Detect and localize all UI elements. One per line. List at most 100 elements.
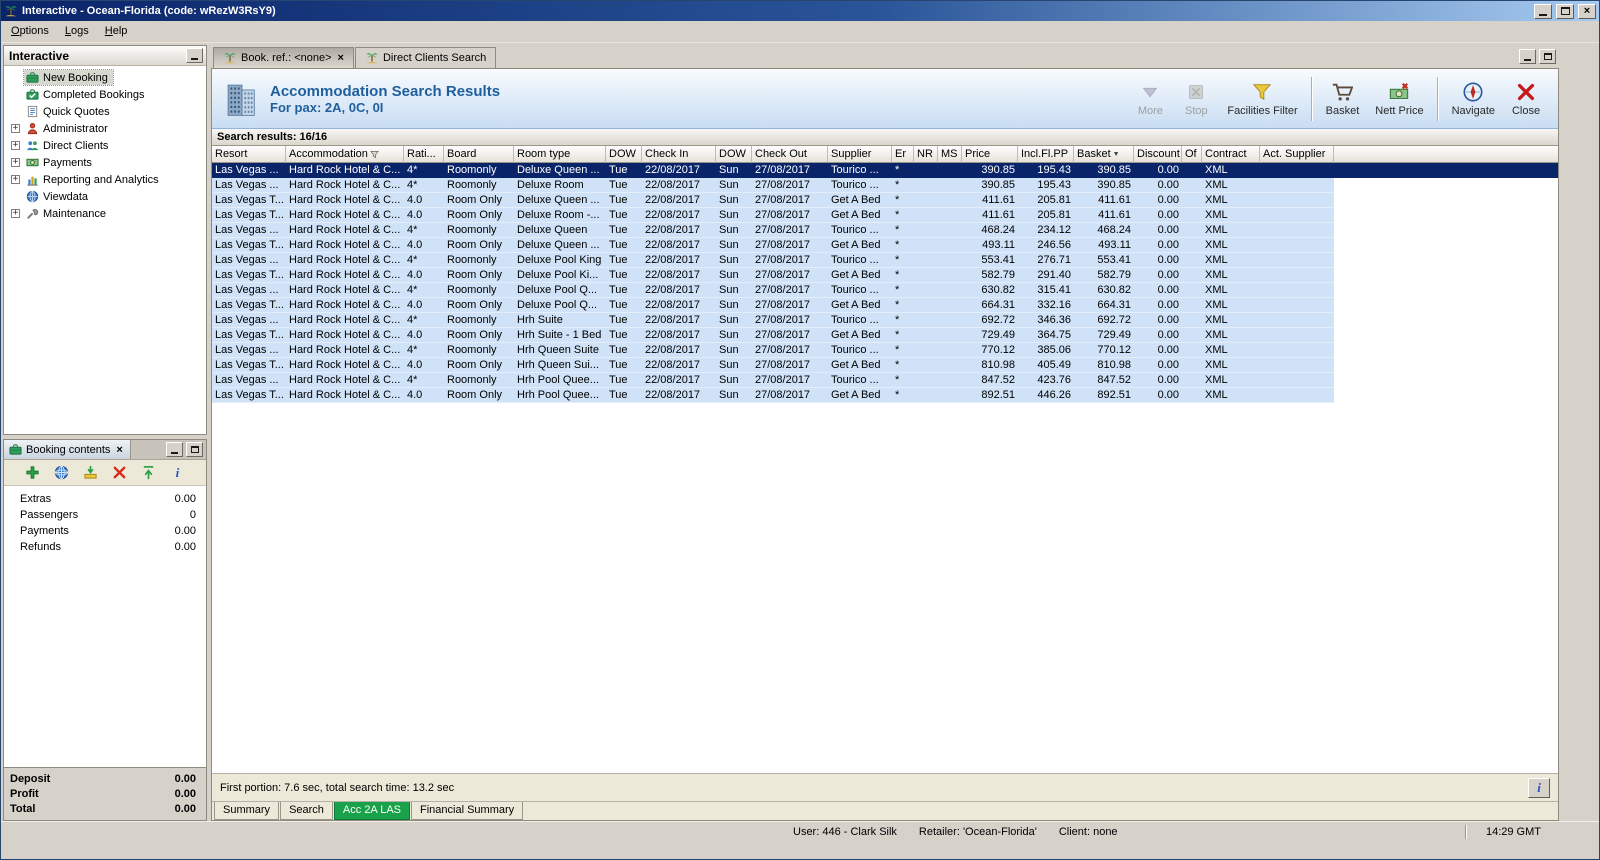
- window-bottom-edge: [1, 843, 1599, 859]
- basket-button[interactable]: Basket: [1319, 73, 1367, 125]
- booking-panel-minimize-button[interactable]: [166, 442, 183, 457]
- column-header-supplier[interactable]: Supplier: [828, 146, 892, 163]
- booking-contents-row[interactable]: Extras 0.00: [4, 491, 206, 507]
- window-maximize-button[interactable]: [1556, 3, 1574, 19]
- bottom-tab-acc-2a-las[interactable]: Acc 2A LAS: [333, 802, 411, 820]
- info-button[interactable]: i: [1528, 777, 1550, 798]
- import-button[interactable]: [80, 463, 102, 483]
- booking-panel-restore-button[interactable]: [186, 442, 203, 457]
- tab-book-ref-none[interactable]: Book. ref.: <none> ×: [213, 47, 354, 68]
- cell-discount: 0.00: [1134, 268, 1182, 283]
- navigate-button[interactable]: Navigate: [1445, 73, 1502, 125]
- menu-item-help[interactable]: Help: [97, 21, 136, 42]
- column-header-dow[interactable]: DOW: [716, 146, 752, 163]
- bottom-tab-summary[interactable]: Summary: [214, 802, 280, 820]
- menu-item-options[interactable]: Options: [3, 21, 57, 42]
- column-header-check-in[interactable]: Check In: [642, 146, 716, 163]
- result-row[interactable]: Las Vegas T... Hard Rock Hotel & C... 4.0 R…: [212, 388, 1558, 403]
- window-close-button[interactable]: ×: [1578, 3, 1596, 19]
- sidebar-item-new-booking[interactable]: New Booking: [4, 69, 206, 86]
- info-button[interactable]: i: [167, 463, 189, 483]
- child-window-buttons: [1519, 49, 1556, 64]
- result-row[interactable]: Las Vegas ... Hard Rock Hotel & C... 4* Roo…: [212, 253, 1558, 268]
- column-header-accommodation[interactable]: Accommodation: [286, 146, 404, 163]
- result-row[interactable]: Las Vegas ... Hard Rock Hotel & C... 4* Roo…: [212, 163, 1558, 178]
- result-row[interactable]: Las Vegas T... Hard Rock Hotel & C... 4.0 R…: [212, 208, 1558, 223]
- column-header-room-type[interactable]: Room type: [514, 146, 606, 163]
- tab-close-icon[interactable]: ×: [338, 52, 344, 64]
- result-row[interactable]: Las Vegas T... Hard Rock Hotel & C... 4.0 R…: [212, 298, 1558, 313]
- column-header-nr[interactable]: NR: [914, 146, 938, 163]
- column-header-er[interactable]: Er: [892, 146, 914, 163]
- facilities-filter-button[interactable]: Facilities Filter: [1220, 73, 1304, 125]
- result-row[interactable]: Las Vegas ... Hard Rock Hotel & C... 4* Roo…: [212, 178, 1558, 193]
- sidebar-item-completed-bookings[interactable]: Completed Bookings: [4, 86, 206, 103]
- close-button[interactable]: Close: [1504, 73, 1548, 125]
- result-row[interactable]: Las Vegas T... Hard Rock Hotel & C... 4.0 R…: [212, 193, 1558, 208]
- expand-icon[interactable]: +: [11, 158, 20, 167]
- cell-check-in: 22/08/2017: [642, 358, 716, 373]
- menu-item-logs[interactable]: Logs: [57, 21, 97, 42]
- cell-room-type: Hrh Queen Suite: [514, 343, 606, 358]
- result-row[interactable]: Las Vegas T... Hard Rock Hotel & C... 4.0 R…: [212, 328, 1558, 343]
- column-header-dow[interactable]: DOW: [606, 146, 642, 163]
- column-header-act-supplier[interactable]: Act. Supplier: [1260, 146, 1334, 163]
- column-header-rati[interactable]: Rati...: [404, 146, 444, 163]
- window-minimize-button[interactable]: [1534, 3, 1552, 19]
- add-button[interactable]: [22, 463, 44, 483]
- child-restore-button[interactable]: [1539, 49, 1556, 64]
- result-row[interactable]: Las Vegas ... Hard Rock Hotel & C... 4* Roo…: [212, 283, 1558, 298]
- web-button[interactable]: [51, 463, 73, 483]
- column-header-price[interactable]: Price: [962, 146, 1018, 163]
- column-header-of[interactable]: Of: [1182, 146, 1202, 163]
- result-row[interactable]: Las Vegas T... Hard Rock Hotel & C... 4.0 R…: [212, 358, 1558, 373]
- sidebar-item-reporting-and-analytics[interactable]: + Reporting and Analytics: [4, 171, 206, 188]
- result-row[interactable]: Las Vegas ... Hard Rock Hotel & C... 4* Roo…: [212, 373, 1558, 388]
- column-header-contract[interactable]: Contract: [1202, 146, 1260, 163]
- result-row[interactable]: Las Vegas T... Hard Rock Hotel & C... 4.0 R…: [212, 268, 1558, 283]
- sidebar-item-maintenance[interactable]: + Maintenance: [4, 205, 206, 222]
- sidebar-item-direct-clients[interactable]: + Direct Clients: [4, 137, 206, 154]
- sidebar-item-quick-quotes[interactable]: Quick Quotes: [4, 103, 206, 120]
- sidebar-item-payments[interactable]: + Payments: [4, 154, 206, 171]
- column-header-check-out[interactable]: Check Out: [752, 146, 828, 163]
- cell-nr: [914, 163, 938, 178]
- expand-icon[interactable]: +: [11, 124, 20, 133]
- column-header-discount[interactable]: Discount: [1134, 146, 1182, 163]
- booking-row-value: 0.00: [174, 493, 196, 505]
- booking-contents-close-icon[interactable]: ×: [114, 444, 124, 456]
- column-header-board[interactable]: Board: [444, 146, 514, 163]
- column-header-basket[interactable]: Basket ▼: [1074, 146, 1134, 163]
- cell-rati: 4.0: [404, 388, 444, 403]
- booking-contents-tab[interactable]: Booking contents ×: [4, 440, 131, 459]
- booking-contents-row[interactable]: Refunds 0.00: [4, 539, 206, 555]
- expand-icon[interactable]: +: [11, 141, 20, 150]
- sidebar-item-administrator[interactable]: + Administrator: [4, 120, 206, 137]
- cell-resort: Las Vegas ...: [212, 343, 286, 358]
- sidebar-item-label: Completed Bookings: [43, 88, 145, 101]
- tab-direct-clients-search[interactable]: Direct Clients Search: [354, 47, 497, 68]
- expand-icon[interactable]: +: [11, 209, 20, 218]
- result-row[interactable]: Las Vegas T... Hard Rock Hotel & C... 4.0 R…: [212, 238, 1558, 253]
- upload-button[interactable]: [138, 463, 160, 483]
- interactive-panel-collapse-button[interactable]: [186, 48, 203, 63]
- bottom-tab-search[interactable]: Search: [280, 802, 333, 820]
- result-row[interactable]: Las Vegas ... Hard Rock Hotel & C... 4* Roo…: [212, 313, 1558, 328]
- booking-contents-row[interactable]: Passengers 0: [4, 507, 206, 523]
- cell-dow: Sun: [716, 193, 752, 208]
- cell-room-type: Deluxe Pool King: [514, 253, 606, 268]
- booking-contents-row[interactable]: Payments 0.00: [4, 523, 206, 539]
- cell-resort: Las Vegas T...: [212, 328, 286, 343]
- expand-icon[interactable]: +: [11, 175, 20, 184]
- column-header-incl-fl-pp[interactable]: Incl.Fl.PP: [1018, 146, 1074, 163]
- column-header-ms[interactable]: MS: [938, 146, 962, 163]
- delete-button[interactable]: [109, 463, 131, 483]
- sidebar-item-viewdata[interactable]: Viewdata: [4, 188, 206, 205]
- nett-price-button[interactable]: Nett Price: [1368, 73, 1430, 125]
- result-row[interactable]: Las Vegas ... Hard Rock Hotel & C... 4* Roo…: [212, 343, 1558, 358]
- cell-er: *: [892, 283, 914, 298]
- result-row[interactable]: Las Vegas ... Hard Rock Hotel & C... 4* Roo…: [212, 223, 1558, 238]
- child-minimize-button[interactable]: [1519, 49, 1536, 64]
- column-header-resort[interactable]: Resort: [212, 146, 286, 163]
- bottom-tab-financial-summary[interactable]: Financial Summary: [411, 802, 524, 820]
